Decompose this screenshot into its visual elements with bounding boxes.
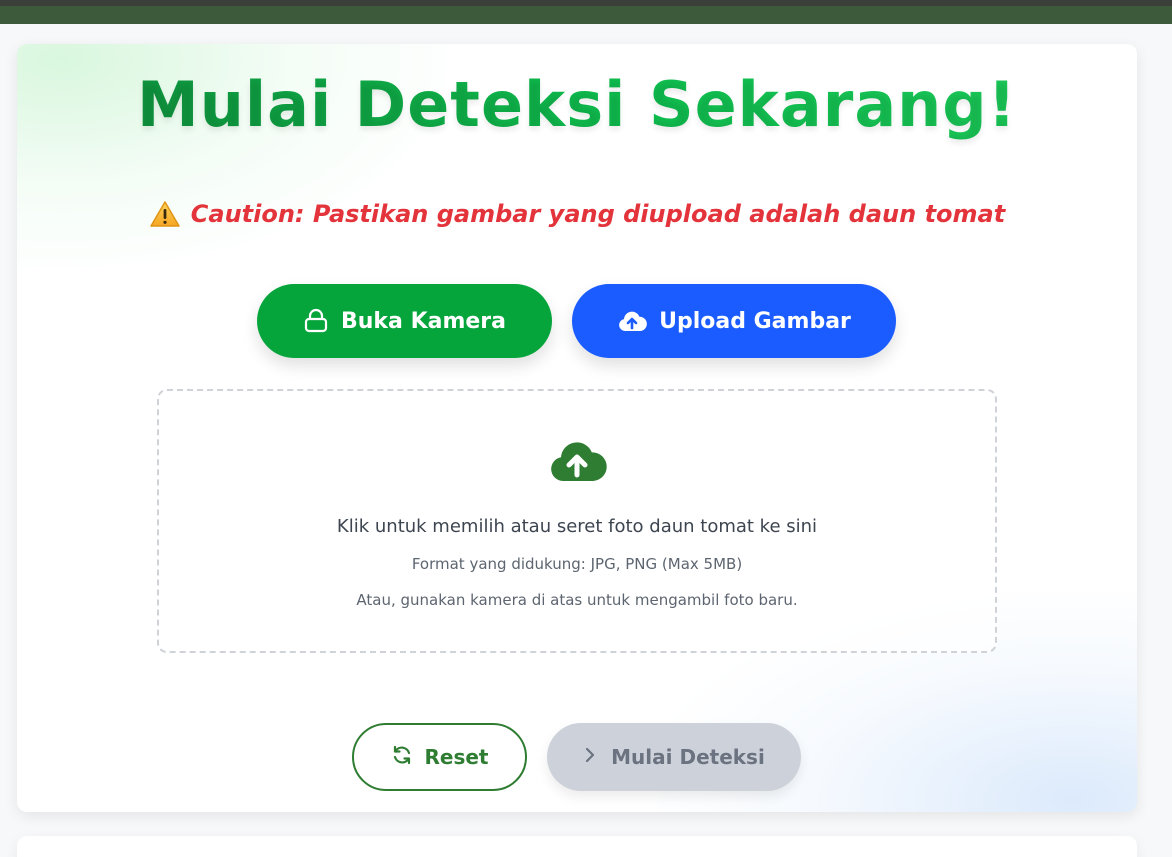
next-section-card: [17, 836, 1137, 857]
start-detection-button[interactable]: Mulai Deteksi: [547, 723, 801, 791]
cloud-upload-icon: [617, 309, 647, 333]
page-title: Mulai Deteksi Sekarang!: [17, 66, 1137, 144]
caution-text: Caution: Pastikan gambar yang diupload a…: [190, 200, 1006, 228]
open-camera-label: Buka Kamera: [341, 308, 506, 334]
reset-label: Reset: [424, 745, 489, 769]
reset-button[interactable]: Reset: [352, 723, 527, 791]
file-dropzone[interactable]: Klik untuk memilih atau seret foto daun …: [157, 389, 997, 653]
start-detection-label: Mulai Deteksi: [611, 745, 765, 769]
dropzone-instruction: Klik untuk memilih atau seret foto daun …: [336, 516, 818, 537]
camera-icon: [303, 308, 329, 334]
dropzone-camera-hint: Atau, gunakan kamera di atas untuk menga…: [356, 591, 798, 609]
dropzone-formats: Format yang didukung: JPG, PNG (Max 5MB): [411, 555, 743, 573]
warning-icon: [149, 200, 181, 228]
caution-message: Caution: Pastikan gambar yang diupload a…: [17, 196, 1137, 232]
detection-card: Mulai Deteksi Sekarang! Caution: Pastika…: [17, 44, 1137, 812]
open-camera-button[interactable]: Buka Kamera: [257, 284, 552, 358]
chevron-right-icon: [583, 745, 597, 769]
top-nav-bar: [0, 0, 1172, 24]
upload-image-button[interactable]: Upload Gambar: [572, 284, 896, 358]
upload-image-label: Upload Gambar: [659, 308, 851, 334]
cloud-upload-icon: [548, 439, 608, 483]
input-method-buttons: Buka Kamera Upload Gambar: [17, 284, 1137, 360]
refresh-icon: [391, 744, 413, 771]
